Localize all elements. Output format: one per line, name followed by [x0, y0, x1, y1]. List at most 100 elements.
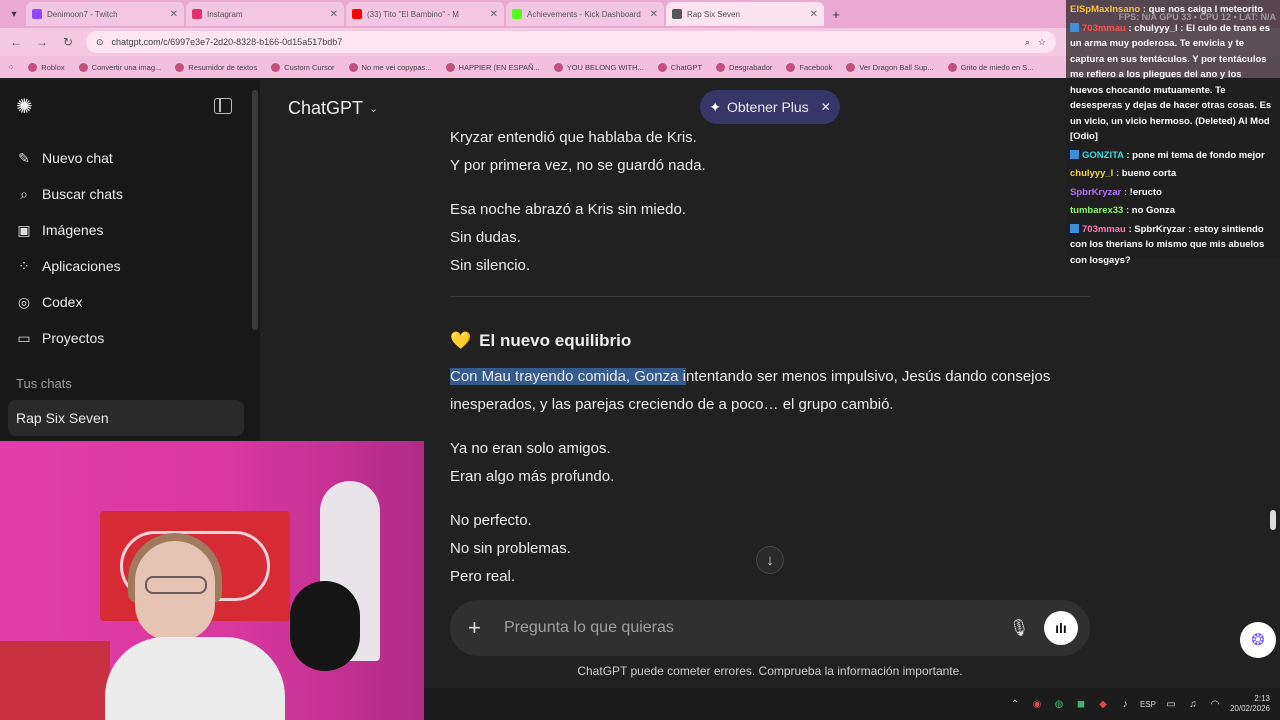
webcam-glasses [145, 576, 207, 594]
get-plus-button[interactable]: ✦ Obtener Plus ✕ [700, 90, 840, 124]
chat-message: GONZITA : pone mi tema de fondo mejor [1070, 148, 1276, 164]
apps-grid-icon[interactable]: ⁘ [8, 63, 14, 72]
paragraph: Ya no eran solo amigos. Eran algo más pr… [450, 435, 1090, 491]
sidebar-item-label: Proyectos [42, 330, 105, 346]
browser-tab[interactable]: Instagram ✕ [186, 2, 344, 26]
chevron-up-icon[interactable]: ⌃ [1008, 699, 1022, 710]
bookmark-item[interactable]: HAPPIER (EN ESPAÑ... [445, 62, 540, 72]
bookmark-item[interactable]: Resumidor de textos [175, 62, 257, 72]
stream-stats: FPS: N/A GPU 33 ▪ CPU 12 ▪ LAT: N/A [1118, 12, 1276, 22]
images-icon: ▣ [17, 221, 31, 238]
zoom-icon[interactable]: ⌕ [1025, 37, 1030, 48]
bookmark-item[interactable]: Custom Cursor [271, 62, 335, 72]
bookmark-star-icon[interactable]: ☆ [1038, 37, 1046, 48]
app-tray-icon[interactable]: ◼ [1074, 699, 1088, 710]
browser-tab[interactable]: (33) Tito "El Bambino" - M ✕ [346, 2, 504, 26]
bookmark-item[interactable]: Ver Dragon Ball Sup... [846, 62, 934, 72]
tab-title: Denimoon7 - Twitch [47, 9, 118, 19]
chat-username: tumbarex33 [1070, 205, 1124, 216]
sidebar-item[interactable]: ⁘ Aplicaciones [16, 248, 246, 284]
section-label-tus-chats: Tus chats [16, 376, 72, 391]
url-text: chatgpt.com/c/6997e3e7-2d20-8328-b166-0d… [111, 37, 343, 47]
model-picker[interactable]: ChatGPT ⌄ [288, 98, 378, 119]
chat-message: chulyyy_l : bueno corta [1070, 166, 1276, 182]
extension-bubble-icon[interactable]: ❂ [1240, 622, 1276, 658]
bookmark-label: ChatGPT [670, 62, 703, 72]
close-icon[interactable]: ✕ [821, 100, 831, 114]
chat-item-active[interactable]: Rap Six Seven [8, 400, 244, 436]
section-heading: 💛 El nuevo equilibrio [450, 327, 1090, 355]
clock[interactable]: 2:13 20/02/2026 [1230, 694, 1270, 714]
tab-title: Instagram [207, 9, 243, 19]
microphone-tray-icon[interactable]: ♪ [1118, 699, 1132, 710]
bookmark-favicon-icon [271, 62, 281, 72]
text-line: Sin silencio. [450, 257, 531, 274]
url-field[interactable]: ⊙ chatgpt.com/c/6997e3e7-2d20-8328-b166-… [86, 31, 1056, 53]
bookmark-item[interactable]: ChatGPT [657, 62, 703, 72]
tab-close-icon[interactable]: ✕ [490, 9, 498, 20]
chat-separator: : [1113, 168, 1122, 179]
browser-tab[interactable]: Denimoon7 - Twitch ✕ [26, 2, 184, 26]
site-info-icon[interactable]: ⊙ [96, 37, 104, 48]
sidebar-item[interactable]: ◎ Codex [16, 284, 246, 320]
text-line: Y por primera vez, no se guardó nada. [450, 157, 706, 174]
volume-icon[interactable]: ♫ [1186, 699, 1200, 710]
prompt-input[interactable] [504, 619, 1006, 637]
back-icon[interactable]: ← [8, 35, 24, 49]
browser-tab[interactable]: Achievements - Kick Dashboard ✕ [506, 2, 664, 26]
obs-icon[interactable]: ◉ [1030, 699, 1044, 710]
voice-mode-button[interactable]: ılı [1044, 611, 1078, 645]
chat-text: chulyyy_l : El culo de trans es un arma … [1070, 22, 1272, 143]
codex-icon: ◎ [17, 293, 31, 310]
scroll-down-button[interactable]: ↓ [756, 546, 784, 574]
bookmark-item[interactable]: YOU BELONG WITH... [553, 62, 644, 72]
chat-separator: : [1123, 149, 1133, 161]
tab-close-icon[interactable]: ✕ [650, 9, 658, 20]
bookmark-item[interactable]: Convertir una imag... [78, 62, 161, 72]
tab-close-icon[interactable]: ✕ [810, 9, 818, 20]
search-icon: ⌕ [20, 185, 28, 202]
reload-icon[interactable]: ↻ [60, 35, 76, 49]
browser-tab[interactable]: Rap Six Seven ✕ [666, 2, 824, 26]
user-badge-icon [1070, 150, 1079, 160]
bookmark-favicon-icon [28, 62, 38, 72]
selected-text[interactable]: Con Mau trayendo comida, Gonza i [450, 368, 686, 385]
chat-message: tumbarex33 : no Gonza [1070, 203, 1276, 219]
bookmark-item[interactable]: No me vei copypas... [348, 62, 432, 72]
microphone-icon[interactable]: 🎙 [1006, 618, 1032, 638]
bookmark-item[interactable]: Desgrabador [716, 62, 772, 72]
tab-close-icon[interactable]: ✕ [170, 9, 178, 20]
chat-text: !eructo [1129, 186, 1162, 198]
recording-icon[interactable]: ◆ [1096, 699, 1110, 710]
new-tab-icon[interactable]: + [826, 7, 846, 22]
language-indicator[interactable]: ESP [1140, 700, 1156, 709]
chrome-icon[interactable]: ◍ [1052, 699, 1066, 710]
sidebar-item[interactable]: ▭ Proyectos [16, 320, 246, 356]
sidebar-item[interactable]: ✎ Nuevo chat [16, 140, 246, 176]
get-plus-label: Obtener Plus [726, 99, 809, 115]
sidebar-item[interactable]: ⌕ Buscar chats [16, 176, 246, 212]
bookmark-item[interactable]: Grito de miedo en S... [947, 62, 1034, 72]
network-icon[interactable]: ◠ [1208, 699, 1222, 710]
sidebar-toggle-icon[interactable] [214, 98, 232, 114]
tab-close-icon[interactable]: ✕ [330, 9, 338, 20]
openai-logo-icon[interactable]: ✺ [16, 96, 38, 118]
divider [450, 296, 1090, 297]
chat-message: 703mmau : SpbrKryzar : estoy sintiendo c… [1070, 222, 1276, 269]
forward-icon[interactable]: → [34, 35, 50, 49]
add-attachment-icon[interactable]: + [468, 615, 492, 641]
tab-favicon-icon [512, 9, 522, 19]
bookmark-item[interactable]: Facebook [786, 62, 832, 72]
tab-search-icon[interactable]: ▾ [4, 4, 24, 24]
sidebar-item[interactable]: ▣ Imágenes [16, 212, 246, 248]
bookmark-label: Custom Cursor [284, 62, 335, 72]
bookmark-label: Roblox [41, 62, 65, 72]
webcam-microphone [290, 581, 360, 671]
bookmark-item[interactable]: Roblox [28, 62, 65, 72]
tab-favicon-icon [192, 9, 202, 19]
display-icon[interactable]: ▭ [1164, 699, 1178, 710]
folder-icon: ▭ [17, 329, 31, 346]
main-scrollbar[interactable] [1270, 510, 1276, 530]
sidebar-scrollbar[interactable] [252, 90, 258, 330]
tab-title: Rap Six Seven [687, 9, 740, 19]
